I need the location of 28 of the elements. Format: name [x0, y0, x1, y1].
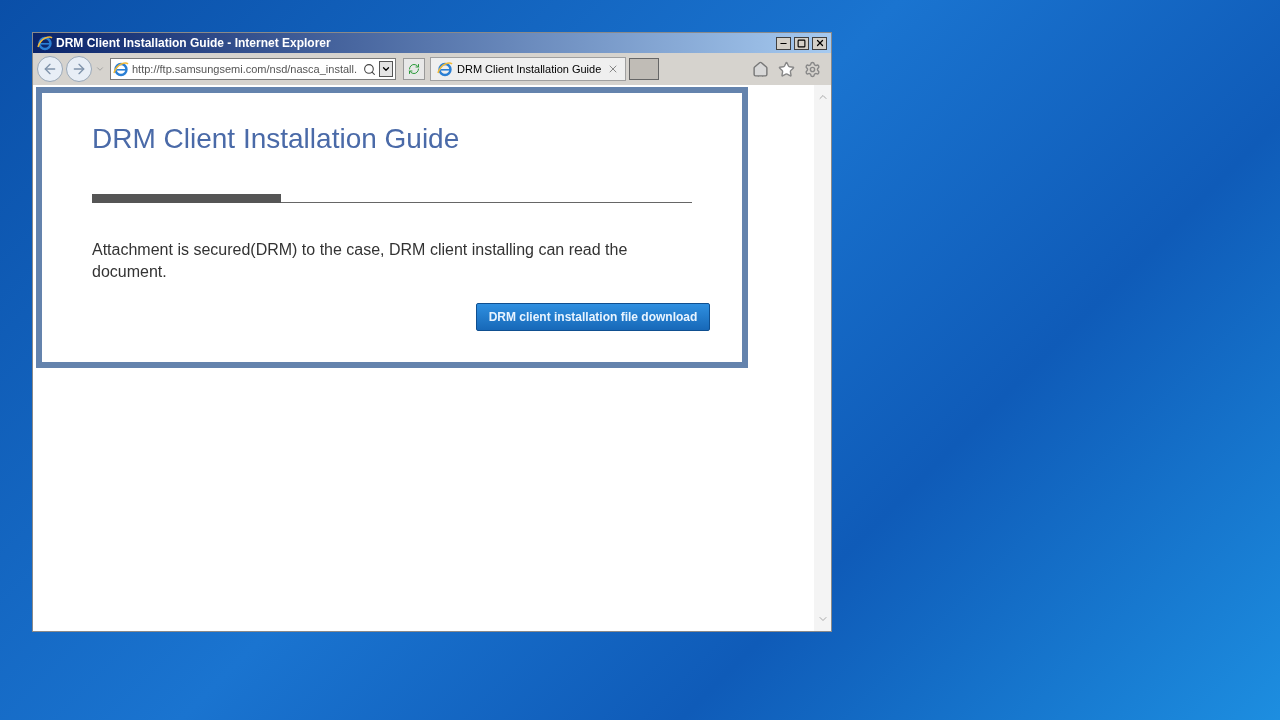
instruction-text: Attachment is secured(DRM) to the case, DRM client installing can read the document. — [92, 240, 629, 282]
maximize-button[interactable] — [794, 36, 809, 50]
new-tab-button[interactable] — [629, 58, 659, 80]
back-button[interactable] — [37, 56, 63, 82]
browser-tab[interactable]: DRM Client Installation Guide — [430, 57, 626, 81]
window-title: DRM Client Installation Guide - Internet Explorer — [56, 35, 332, 52]
close-button[interactable] — [812, 36, 827, 50]
home-icon[interactable] — [752, 60, 769, 78]
favorites-icon[interactable] — [778, 60, 795, 78]
browser-logo-icon — [37, 35, 53, 51]
forward-arrow-icon — [71, 61, 87, 77]
address-field[interactable]: http://ftp.samsungsemi.com/nsd/nasca_install. — [110, 58, 396, 80]
close-icon — [814, 38, 825, 48]
close-tab-icon[interactable] — [607, 63, 619, 75]
forward-button[interactable] — [66, 56, 92, 82]
refresh-icon — [408, 63, 420, 75]
page-heading: DRM Client Installation Guide — [92, 122, 461, 156]
download-button[interactable]: DRM client installation file download — [476, 303, 710, 331]
browser-logo-icon — [437, 61, 453, 77]
browser-logo-icon — [113, 61, 129, 77]
address-dropdown-button[interactable] — [379, 61, 393, 77]
caret-icon — [381, 64, 391, 74]
minimize-button[interactable] — [776, 36, 791, 50]
refresh-button[interactable] — [403, 58, 425, 80]
settings-icon[interactable] — [804, 60, 821, 78]
url-text: http://ftp.samsungsemi.com/nsd/nasca_install. — [132, 61, 358, 77]
search-icon[interactable] — [363, 62, 376, 76]
maximize-icon — [797, 38, 806, 48]
